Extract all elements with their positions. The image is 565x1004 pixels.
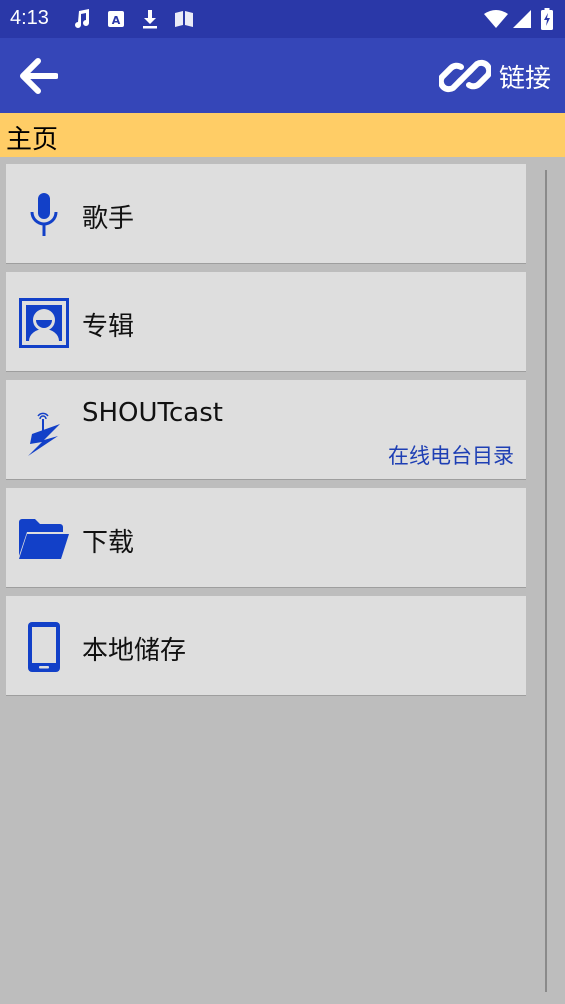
source-list: 歌手 专辑 SHOUTcast 在线电台目录 下载 本地储存	[6, 164, 526, 704]
list-item-title: 歌手	[82, 204, 135, 234]
list-item-title: 专辑	[82, 312, 135, 342]
list-item-title: 下载	[82, 528, 135, 558]
scrollbar-track[interactable]	[545, 170, 547, 992]
list-item-title: 本地储存	[82, 636, 187, 666]
link-label: 链接	[498, 63, 551, 94]
breadcrumb-home[interactable]: 主页	[6, 119, 58, 156]
list-item-albums[interactable]: 专辑	[6, 272, 526, 372]
list-item-artists[interactable]: 歌手	[6, 164, 526, 264]
album-portrait-icon	[18, 297, 70, 349]
list-item-title: SHOUTcast	[82, 398, 223, 428]
folder-open-icon	[18, 513, 70, 565]
svg-text:A: A	[112, 14, 121, 27]
battery-charging-icon	[540, 8, 554, 30]
music-note-icon	[72, 8, 92, 30]
status-bar: 4:13 A	[0, 0, 565, 38]
list-item-local-storage[interactable]: 本地储存	[6, 596, 526, 696]
list-item-subtitle: 在线电台目录	[388, 444, 514, 468]
back-button[interactable]	[10, 48, 66, 104]
book-icon	[174, 8, 194, 30]
link-button[interactable]: 链接	[433, 46, 557, 106]
microphone-icon	[18, 189, 70, 241]
breadcrumb: 主页	[0, 113, 565, 157]
phone-icon	[18, 621, 70, 673]
wifi-icon	[483, 8, 509, 30]
arrow-left-icon	[20, 58, 58, 94]
translate-a-icon: A	[106, 8, 126, 30]
app-bar: 链接	[0, 38, 565, 113]
download-icon	[140, 8, 160, 30]
signal-icon	[512, 8, 532, 30]
link-icon	[438, 59, 491, 93]
shoutcast-bolt-icon	[18, 405, 70, 457]
list-item-shoutcast[interactable]: SHOUTcast 在线电台目录	[6, 380, 526, 480]
list-item-downloads[interactable]: 下载	[6, 488, 526, 588]
status-time: 4:13	[10, 7, 49, 29]
